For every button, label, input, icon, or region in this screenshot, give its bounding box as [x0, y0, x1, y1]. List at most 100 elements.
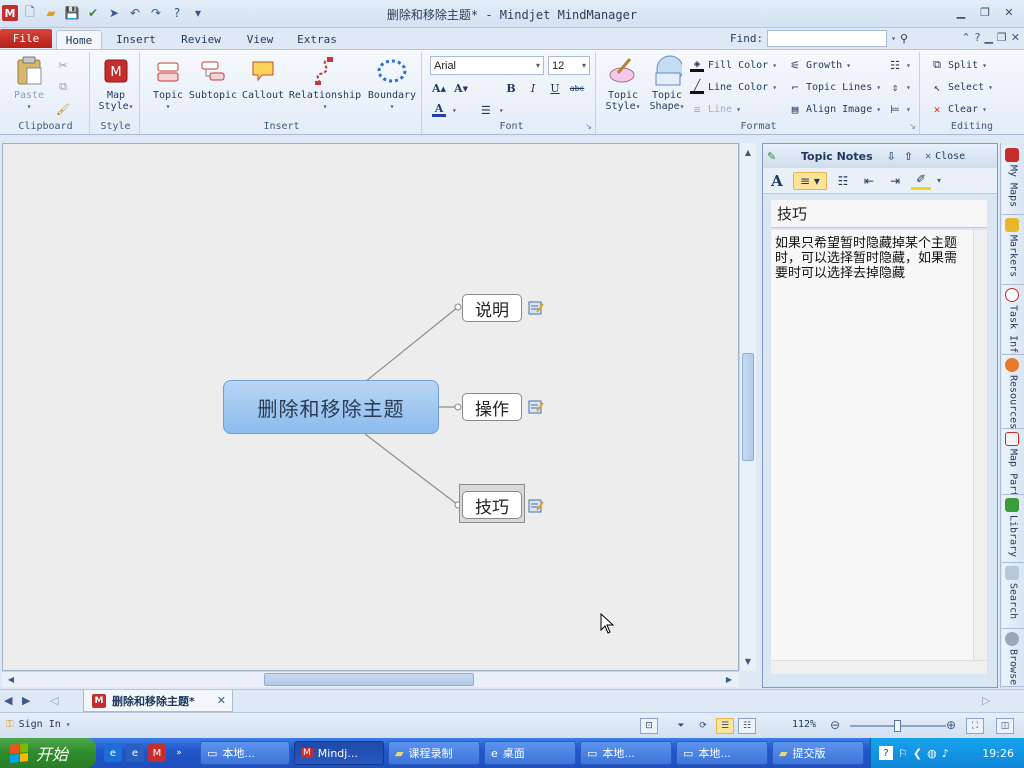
side-tab-library[interactable]: Library — [1002, 495, 1024, 563]
more-quick-icon[interactable]: » — [170, 744, 188, 762]
notes-indent-icon[interactable]: ⇥ — [885, 172, 905, 190]
notes-close-button[interactable]: ✕ Close — [925, 151, 965, 162]
font-size-select[interactable]: 12 ▾ — [548, 56, 590, 75]
side-tab-resources[interactable]: Resources — [1002, 355, 1024, 429]
zoom-out-icon[interactable]: ⊖ — [830, 718, 840, 732]
note-icon[interactable] — [528, 399, 544, 415]
task-button-1[interactable]: ▭ 本地... — [200, 741, 290, 765]
central-topic[interactable]: 删除和移除主题 — [223, 380, 439, 434]
relationship-button[interactable]: Relationship ▾ — [288, 56, 362, 112]
side-tab-search[interactable]: Search — [1002, 563, 1024, 629]
bold-icon[interactable]: B — [504, 81, 518, 95]
notes-check-icon[interactable]: ✎ — [767, 150, 785, 163]
tab-extras[interactable]: Extras — [292, 30, 342, 49]
network-tray-icon[interactable]: ⚐ — [898, 747, 908, 760]
sign-in-button[interactable]: ⚿ Sign In ▾ — [6, 719, 71, 730]
topic-lines-button[interactable]: ⌐ Topic Lines ▾ — [788, 78, 881, 96]
collapse-ribbon-icon[interactable]: ⌃ — [961, 31, 970, 44]
select-button[interactable]: ↖ Select ▾ — [930, 78, 993, 96]
topic-style-button[interactable]: Topic Style▾ — [602, 56, 644, 112]
recalculate-icon[interactable]: ⟳ — [694, 718, 712, 734]
find-dropdown-icon[interactable]: ▾ — [891, 34, 896, 43]
side-tab-markers[interactable]: Markers — [1002, 215, 1024, 285]
fit-window-icon[interactable]: ⛶ — [966, 718, 984, 734]
tab-file[interactable]: File — [0, 29, 52, 48]
font-family-select[interactable]: Arial ▾ — [430, 56, 544, 75]
shrink-font-icon[interactable]: A ▼ — [454, 81, 468, 95]
side-tab-my-maps[interactable]: My Maps — [1002, 145, 1024, 215]
split-button[interactable]: ⧉ Split ▾ — [930, 56, 987, 74]
zoom-in-icon[interactable]: ⊕ — [946, 718, 956, 732]
format-painter-icon[interactable]: 🖌 — [56, 102, 70, 116]
boundary-button[interactable]: Boundary ▾ — [364, 56, 420, 112]
notes-font-icon[interactable]: A — [767, 172, 787, 190]
tab-view[interactable]: View — [240, 30, 280, 49]
split-view-icon[interactable]: ◫ — [996, 718, 1014, 734]
spacing-button[interactable]: ⇕ ▾ — [888, 78, 911, 96]
notes-horizontal-scrollbar[interactable] — [771, 660, 987, 674]
notes-vertical-scrollbar[interactable] — [973, 230, 987, 660]
task-button-7[interactable]: ▰ 提交版 — [772, 741, 864, 765]
font-color-icon[interactable]: A — [432, 102, 446, 117]
restore-icon[interactable]: ❐ — [974, 3, 996, 21]
start-button[interactable]: 开始 — [0, 738, 96, 768]
volume-tray-icon[interactable]: ♪ — [942, 747, 949, 760]
line-button[interactable]: ≡ Line ▾ — [690, 100, 741, 118]
subtopic-1[interactable]: 说明 — [462, 294, 522, 322]
document-tab-close-icon[interactable]: ✕ — [217, 694, 226, 707]
subtopic-2[interactable]: 操作 — [462, 393, 522, 421]
browser-quick-icon[interactable]: e — [126, 744, 144, 762]
underline-icon[interactable]: U — [548, 81, 562, 95]
fill-color-button[interactable]: ◈ Fill Color ▾ — [690, 56, 777, 74]
clear-button[interactable]: ✕ Clear ▾ — [930, 100, 987, 118]
zoom-slider-knob[interactable] — [894, 720, 901, 732]
tab-insert[interactable]: Insert — [112, 30, 160, 49]
topic-button[interactable]: Topic ▾ — [148, 56, 188, 112]
ie-icon[interactable]: e — [104, 744, 122, 762]
doc-minimize-icon[interactable]: ▁ — [984, 31, 992, 44]
grow-font-icon[interactable]: A ▲ — [432, 81, 446, 95]
binoculars-icon[interactable]: ⚲ — [900, 32, 908, 45]
paste-button[interactable]: Paste ▾ — [8, 56, 50, 112]
minimize-icon[interactable]: ▁ — [950, 3, 972, 21]
scroll-up-icon[interactable]: ▲ — [741, 145, 755, 159]
bullets-button[interactable]: ☷ ▾ — [888, 56, 911, 74]
copy-icon[interactable]: ⧉ — [56, 80, 70, 94]
tab-review[interactable]: Review — [176, 30, 226, 49]
note-icon[interactable] — [528, 498, 544, 514]
notes-highlight-icon[interactable]: ✐ — [911, 172, 931, 190]
scroll-down-icon[interactable]: ▼ — [741, 654, 755, 668]
align-image-button[interactable]: ▤ Align Image ▾ — [788, 100, 881, 118]
help-circle-icon[interactable]: ? — [975, 31, 981, 44]
close-icon[interactable]: ✕ — [998, 3, 1020, 21]
alignment-button[interactable]: ⊨ ▾ — [888, 100, 911, 118]
canvas-horizontal-scrollbar[interactable]: ◀ ▶ — [2, 671, 739, 687]
note-icon[interactable] — [528, 300, 544, 316]
tab-scroll-left-icon[interactable]: ◁ — [50, 694, 58, 707]
map-canvas[interactable]: 删除和移除主题 说明 操作 技巧 — [2, 143, 739, 671]
tray-expand-icon[interactable]: ❮ — [913, 747, 922, 760]
notes-export-icon[interactable]: ⇧ — [904, 150, 913, 163]
mindmanager-quick-icon[interactable]: M — [148, 744, 166, 762]
back-arrow-icon[interactable]: ◀ — [4, 694, 12, 707]
security-tray-icon[interactable]: ◍ — [927, 747, 937, 760]
italic-icon[interactable]: I — [526, 81, 540, 95]
tab-scroll-right-icon[interactable]: ▷ — [982, 694, 990, 707]
fit-map-icon[interactable]: ⊡ — [640, 718, 658, 734]
map-view-icon[interactable]: ☰ — [716, 718, 734, 734]
doc-restore-icon[interactable]: ❐ — [997, 31, 1007, 44]
growth-button[interactable]: ⚟ Growth ▾ — [788, 56, 851, 74]
line-color-button[interactable]: ╱ Line Color ▾ — [690, 78, 777, 96]
subtopic-button[interactable]: Subtopic — [188, 56, 238, 101]
task-button-5[interactable]: ▭ 本地... — [580, 741, 672, 765]
task-button-4[interactable]: e 桌面 — [484, 741, 576, 765]
side-tab-map-parts[interactable]: Map Parts — [1002, 429, 1024, 495]
side-tab-task-info[interactable]: Task Info — [1002, 285, 1024, 355]
scroll-right-icon[interactable]: ▶ — [722, 672, 736, 686]
horizontal-scroll-thumb[interactable] — [264, 673, 474, 686]
task-button-2[interactable]: M Mindj... — [294, 741, 384, 765]
canvas-vertical-scrollbar[interactable]: ▲ ▼ — [739, 143, 756, 671]
callout-button[interactable]: Callout — [240, 56, 286, 101]
tab-home[interactable]: Home — [56, 30, 102, 49]
side-tab-browser[interactable]: Browser — [1002, 629, 1024, 687]
